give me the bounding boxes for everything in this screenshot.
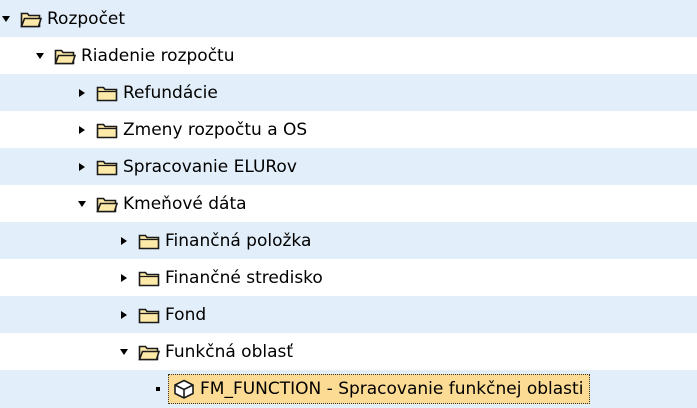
collapsed-triangle-icon[interactable] (76, 161, 88, 173)
tree-node-label: Zmeny rozpočtu a OS (123, 119, 308, 140)
tree-node-rozpocet[interactable]: Rozpočet (0, 0, 697, 37)
tree-node-label: Finančné stredisko (165, 267, 323, 288)
folder-closed-icon (96, 121, 118, 139)
selected-transaction-item[interactable]: FM_FUNCTION - Spracovanie funkčnej oblas… (168, 374, 591, 404)
folder-closed-icon (138, 269, 160, 287)
transaction-cube-icon (173, 379, 195, 399)
folder-open-icon (54, 47, 76, 65)
tree-node-label: Riadenie rozpočtu (81, 45, 235, 66)
tree-node-label: Finančná položka (165, 230, 312, 251)
expanded-triangle-icon[interactable] (76, 198, 88, 210)
tree-node-label: FM_FUNCTION - Spracovanie funkčnej oblas… (200, 379, 584, 399)
tree-node-financna-polozka[interactable]: Finančná položka (0, 222, 697, 259)
collapsed-triangle-icon[interactable] (118, 235, 130, 247)
tree-node-label: Rozpočet (47, 8, 126, 29)
expanded-triangle-icon[interactable] (0, 13, 12, 25)
leaf-bullet-icon (156, 387, 160, 391)
tree-node-spracovanie-elurov[interactable]: Spracovanie ELURov (0, 148, 697, 185)
folder-closed-icon (138, 232, 160, 250)
collapsed-triangle-icon[interactable] (76, 124, 88, 136)
tree-node-riadenie-rozpoctu[interactable]: Riadenie rozpočtu (0, 37, 697, 74)
folder-open-icon (96, 195, 118, 213)
tree-node-label: Fond (165, 304, 207, 325)
collapsed-triangle-icon[interactable] (118, 309, 130, 321)
folder-closed-icon (96, 158, 118, 176)
tree-node-label: Refundácie (123, 82, 218, 103)
tree-node-fond[interactable]: Fond (0, 296, 697, 333)
menu-tree: Rozpočet Riadenie rozpočtu Refundácie Zm… (0, 0, 697, 408)
expanded-triangle-icon[interactable] (34, 50, 46, 62)
tree-node-fm-function[interactable]: FM_FUNCTION - Spracovanie funkčnej oblas… (0, 370, 697, 408)
folder-closed-icon (96, 84, 118, 102)
tree-node-kmenove-data[interactable]: Kmeňové dáta (0, 185, 697, 222)
tree-node-refundacie[interactable]: Refundácie (0, 74, 697, 111)
tree-node-label: Kmeňové dáta (123, 193, 247, 214)
collapsed-triangle-icon[interactable] (118, 272, 130, 284)
tree-node-label: Funkčná oblasť (165, 341, 294, 362)
tree-node-financne-stredisko[interactable]: Finančné stredisko (0, 259, 697, 296)
folder-open-icon (20, 10, 42, 28)
tree-node-label: Spracovanie ELURov (123, 156, 297, 177)
tree-node-zmeny-rozpoctu[interactable]: Zmeny rozpočtu a OS (0, 111, 697, 148)
folder-open-icon (138, 343, 160, 361)
tree-node-funkcna-oblast[interactable]: Funkčná oblasť (0, 333, 697, 370)
collapsed-triangle-icon[interactable] (76, 87, 88, 99)
folder-closed-icon (138, 306, 160, 324)
expanded-triangle-icon[interactable] (118, 346, 130, 358)
